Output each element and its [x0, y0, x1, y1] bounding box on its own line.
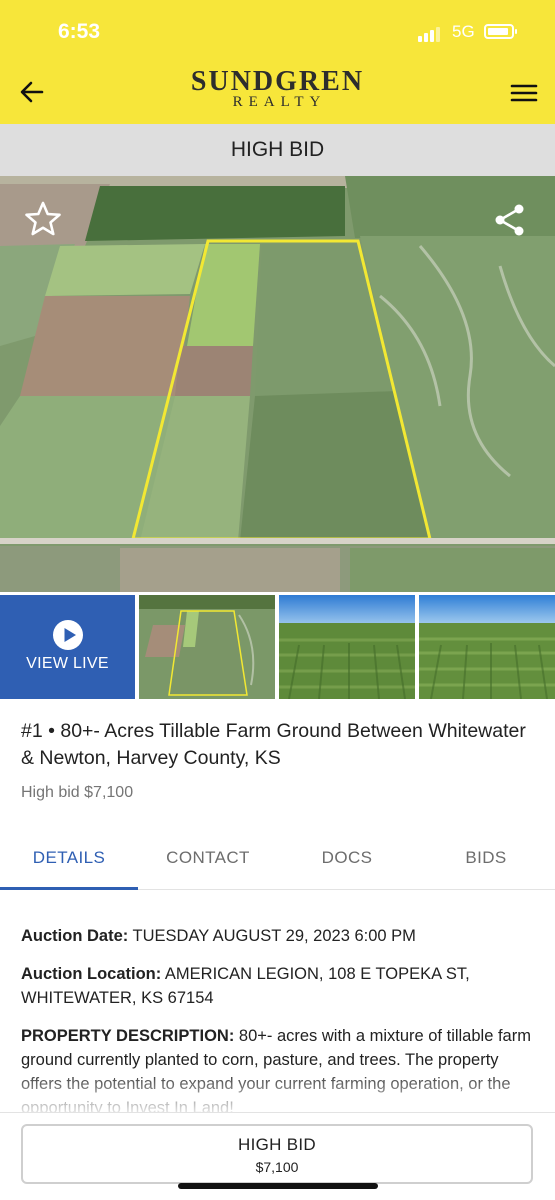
thumbnail-cornfield-image	[279, 595, 415, 699]
tab-bar: DETAILS CONTACT DOCS BIDS	[0, 826, 555, 890]
gallery-strip: VIEW LIVE	[0, 595, 555, 699]
status-bar: 6:53 5G	[0, 0, 555, 62]
high-bid-button-label: HIGH BID	[238, 1135, 316, 1154]
thumbnail-aerial-image	[139, 595, 275, 699]
gallery-thumbnail-1[interactable]	[139, 595, 275, 699]
view-live-label: VIEW LIVE	[26, 655, 109, 672]
auction-location: Auction Location: AMERICAN LEGION, 108 E…	[21, 962, 541, 1010]
app-header: SUNDGREN REALTY	[0, 62, 555, 124]
status-time: 6:53	[58, 20, 101, 43]
battery-icon	[484, 24, 517, 39]
high-bid-button[interactable]: HIGH BID $7,100	[21, 1124, 533, 1184]
high-bid-button-amount: $7,100	[255, 1159, 299, 1175]
menu-button[interactable]	[508, 78, 540, 108]
share-button[interactable]	[492, 202, 528, 238]
play-circle-icon	[53, 620, 83, 650]
auction-location-label: Auction Location:	[21, 965, 162, 983]
high-bid-text: High bid $7,100	[21, 784, 134, 801]
auction-date: Auction Date: TUESDAY AUGUST 29, 2023 6:…	[21, 924, 541, 948]
lot-title: #1 • 80+- Acres Tillable Farm Ground Bet…	[21, 720, 526, 769]
hero-image[interactable]	[0, 176, 555, 592]
hamburger-menu-icon	[510, 84, 538, 102]
star-outline-icon	[25, 201, 61, 236]
gallery-thumbnail-3[interactable]	[419, 595, 555, 699]
tab-details[interactable]: DETAILS	[0, 826, 138, 890]
tab-contact[interactable]: CONTACT	[139, 826, 277, 890]
favorite-button[interactable]	[24, 200, 62, 238]
scroll-fade	[0, 1068, 555, 1116]
network-type: 5G	[452, 22, 475, 41]
page-title: HIGH BID	[0, 124, 555, 176]
property-description-label: PROPERTY DESCRIPTION:	[21, 1027, 235, 1045]
share-icon	[495, 204, 524, 236]
auction-date-label: Auction Date:	[21, 927, 129, 945]
tab-bids[interactable]: BIDS	[417, 826, 555, 890]
home-indicator[interactable]	[178, 1183, 378, 1189]
aerial-farm-photo	[0, 176, 555, 592]
tab-docs[interactable]: DOCS	[278, 826, 416, 890]
auction-date-value: TUESDAY AUGUST 29, 2023 6:00 PM	[128, 927, 416, 945]
thumbnail-cornfield-image	[419, 595, 555, 699]
logo-sub-text: REALTY	[232, 94, 327, 110]
view-live-button[interactable]: VIEW LIVE	[0, 595, 135, 699]
gallery-thumbnail-2[interactable]	[279, 595, 415, 699]
